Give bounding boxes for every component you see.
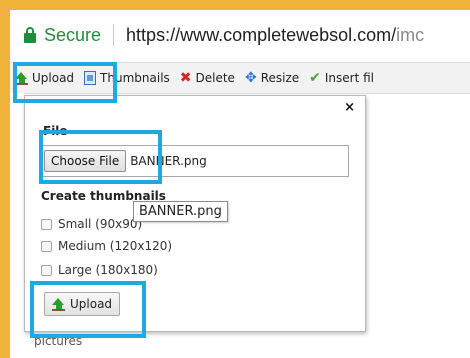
- file-name-tooltip: BANNER.png: [133, 201, 228, 222]
- small-checkbox[interactable]: [41, 218, 52, 230]
- toolbar-delete-label: Delete: [195, 71, 235, 85]
- thumbnail-option-small[interactable]: Small (90x90): [41, 217, 142, 231]
- thumbnail-option-large[interactable]: Large (180x180): [41, 263, 158, 277]
- medium-checkbox[interactable]: [41, 240, 52, 252]
- close-icon[interactable]: ×: [344, 100, 355, 115]
- toolbar-insert-button[interactable]: ✔ Insert fil: [304, 71, 379, 85]
- address-divider: [113, 24, 115, 46]
- small-option-label: Small (90x90): [58, 217, 143, 231]
- toolbar-resize-label: Resize: [260, 71, 300, 85]
- thumbnail-option-medium[interactable]: Medium (120x120): [41, 239, 172, 253]
- secure-label: Secure: [44, 24, 102, 45]
- url-text[interactable]: https://www.completewebsol.com/imc: [126, 25, 424, 46]
- highlight-choose-file: [39, 130, 162, 184]
- delete-x-icon: ✖: [179, 70, 192, 86]
- large-checkbox[interactable]: [41, 264, 52, 276]
- checkmark-icon: ✔: [309, 70, 321, 86]
- medium-option-label: Medium (120x120): [58, 239, 173, 253]
- toolbar-resize-button[interactable]: ✥ Resize: [240, 71, 304, 85]
- toolbar-delete-button[interactable]: ✖ Delete: [175, 71, 240, 85]
- lock-icon: [24, 27, 36, 43]
- highlight-upload-button: [30, 281, 146, 338]
- window-frame-top: [0, 0, 470, 10]
- large-option-label: Large (180x180): [58, 263, 158, 277]
- toolbar-insert-label: Insert fil: [324, 71, 374, 85]
- folder-tree-panel: [10, 93, 24, 358]
- highlight-toolbar-upload: [13, 62, 117, 103]
- resize-icon: ✥: [244, 70, 257, 86]
- window-frame-left: [0, 0, 10, 358]
- address-bar[interactable]: Secure https://www.completewebsol.com/im…: [10, 10, 470, 60]
